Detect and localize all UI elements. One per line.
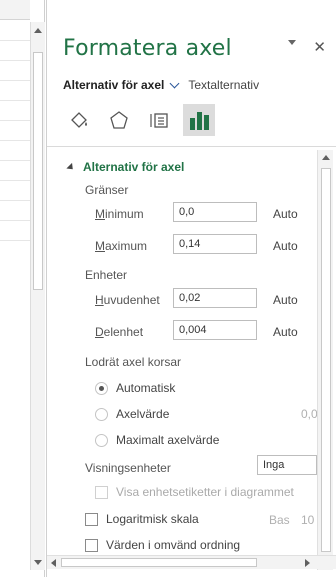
gridline <box>0 120 30 121</box>
base-field[interactable]: 10 <box>301 513 314 527</box>
axis-options-content: Alternativ för axel Gränser Minimum 0,0 … <box>47 150 317 570</box>
tab-text-options[interactable]: Textalternativ <box>188 78 259 92</box>
minor-unit-label-accel: D <box>95 325 104 339</box>
major-unit-label-text: uvudenhet <box>103 293 160 307</box>
radio-selected-icon[interactable] <box>95 381 108 395</box>
fill-line-button[interactable] <box>63 104 95 136</box>
major-unit-label: Huvudenhet <box>95 293 160 307</box>
checkbox-icon[interactable] <box>85 538 98 552</box>
minimum-label: Minimum <box>95 207 144 221</box>
scroll-thumb[interactable] <box>61 558 257 567</box>
scroll-down-icon[interactable] <box>34 560 42 565</box>
minimum-label-accel: M <box>95 207 105 221</box>
gridline <box>0 240 30 241</box>
gridline <box>0 180 30 181</box>
category-icon-row <box>63 104 215 136</box>
display-units-select[interactable]: Inga <box>257 455 317 475</box>
sheet-vertical-scrollbar[interactable] <box>30 22 45 570</box>
gridline <box>0 100 30 101</box>
divider <box>47 146 336 147</box>
pane-horizontal-scrollbar[interactable] <box>47 555 336 569</box>
size-properties-icon <box>150 113 168 128</box>
checkbox-icon[interactable] <box>85 512 98 526</box>
scroll-right-icon[interactable] <box>305 559 310 567</box>
radio-unselected-icon[interactable] <box>95 407 108 421</box>
base-label: Bas <box>269 513 290 527</box>
gridline <box>0 160 30 161</box>
bar-chart-icon <box>190 112 209 130</box>
minor-unit-field[interactable]: 0,004 <box>173 320 257 340</box>
axis-options-button[interactable] <box>183 104 215 136</box>
axis-value-field[interactable]: 0,0 <box>301 407 317 421</box>
show-units-label: Visa enhetsetiketter i diagrammet <box>116 485 294 499</box>
units-label: Enheter <box>85 268 128 282</box>
scroll-thumb[interactable] <box>33 52 43 290</box>
radio-maximum-axis-value-label: Maximalt axelvärde <box>116 433 220 447</box>
checkbox-icon[interactable] <box>95 485 108 499</box>
collapse-triangle-icon[interactable] <box>66 162 76 172</box>
gridline <box>0 80 30 81</box>
gridline <box>0 200 30 201</box>
pane-title: Formatera axel <box>63 36 232 61</box>
bounds-label: Gränser <box>85 183 129 197</box>
section-title: Alternativ för axel <box>83 160 185 174</box>
minimum-label-text: inimum <box>105 207 144 221</box>
radio-unselected-icon[interactable] <box>95 433 108 447</box>
vertical-axis-crosses-label: Lodrät axel korsar <box>85 355 182 369</box>
minor-unit-label: Delenhet <box>95 325 143 339</box>
radio-axis-value[interactable]: Axelvärde <box>95 407 169 421</box>
scroll-up-icon[interactable] <box>34 28 42 33</box>
minor-unit-auto-label[interactable]: Auto <box>273 325 298 339</box>
reverse-order-checkbox[interactable]: Värden i omvänd ordning <box>85 538 240 552</box>
gridline <box>0 140 30 141</box>
major-unit-auto-label[interactable]: Auto <box>273 293 298 307</box>
minimum-auto-label[interactable]: Auto <box>273 207 298 221</box>
effects-icon <box>110 111 128 129</box>
maximum-field[interactable]: 0,14 <box>173 234 257 254</box>
radio-automatic[interactable]: Automatisk <box>95 381 175 395</box>
fill-line-icon <box>71 112 87 128</box>
size-properties-button[interactable] <box>143 104 175 136</box>
scroll-up-icon[interactable] <box>322 155 330 160</box>
minimum-field[interactable]: 0,0 <box>173 202 257 222</box>
scroll-thumb[interactable] <box>321 168 331 552</box>
maximum-auto-label[interactable]: Auto <box>273 239 298 253</box>
close-icon[interactable]: ✕ <box>313 38 326 56</box>
log-scale-checkbox[interactable]: Logaritmisk skala <box>85 512 199 526</box>
pane-vertical-scrollbar[interactable] <box>317 150 333 570</box>
log-scale-label: Logaritmisk skala <box>106 512 199 526</box>
maximum-label: Maximum <box>95 239 147 253</box>
gridline <box>0 40 30 41</box>
radio-automatic-label: Automatisk <box>116 381 176 395</box>
chevron-down-icon[interactable] <box>169 78 180 88</box>
minor-unit-label-text: elenhet <box>103 325 144 339</box>
gridline <box>0 220 30 221</box>
major-unit-field[interactable]: 0,02 <box>173 288 257 308</box>
format-axis-pane: Formatera axel ✕ Alternativ för axel Tex… <box>46 0 336 577</box>
display-units-label: Visningsenheter <box>85 461 171 475</box>
gridline <box>0 60 30 61</box>
spreadsheet-area <box>0 0 45 577</box>
options-tabs: Alternativ för axel Textalternativ <box>63 78 259 92</box>
major-unit-label-accel: H <box>95 293 104 307</box>
scroll-left-icon[interactable] <box>51 559 56 567</box>
pane-options-dropdown-icon[interactable] <box>288 40 296 45</box>
tab-axis-options[interactable]: Alternativ för axel <box>63 78 164 92</box>
maximum-label-accel: M <box>95 239 105 253</box>
reverse-order-label: Värden i omvänd ordning <box>106 538 241 552</box>
radio-axis-value-label: Axelvärde <box>116 407 170 421</box>
column-header <box>0 0 30 20</box>
maximum-label-text: aximum <box>105 239 148 253</box>
radio-maximum-axis-value[interactable]: Maximalt axelvärde <box>95 433 219 447</box>
section-header-axis-options[interactable]: Alternativ för axel <box>66 160 185 174</box>
effects-button[interactable] <box>103 104 135 136</box>
show-units-checkbox[interactable]: Visa enhetsetiketter i diagrammet <box>95 485 294 499</box>
